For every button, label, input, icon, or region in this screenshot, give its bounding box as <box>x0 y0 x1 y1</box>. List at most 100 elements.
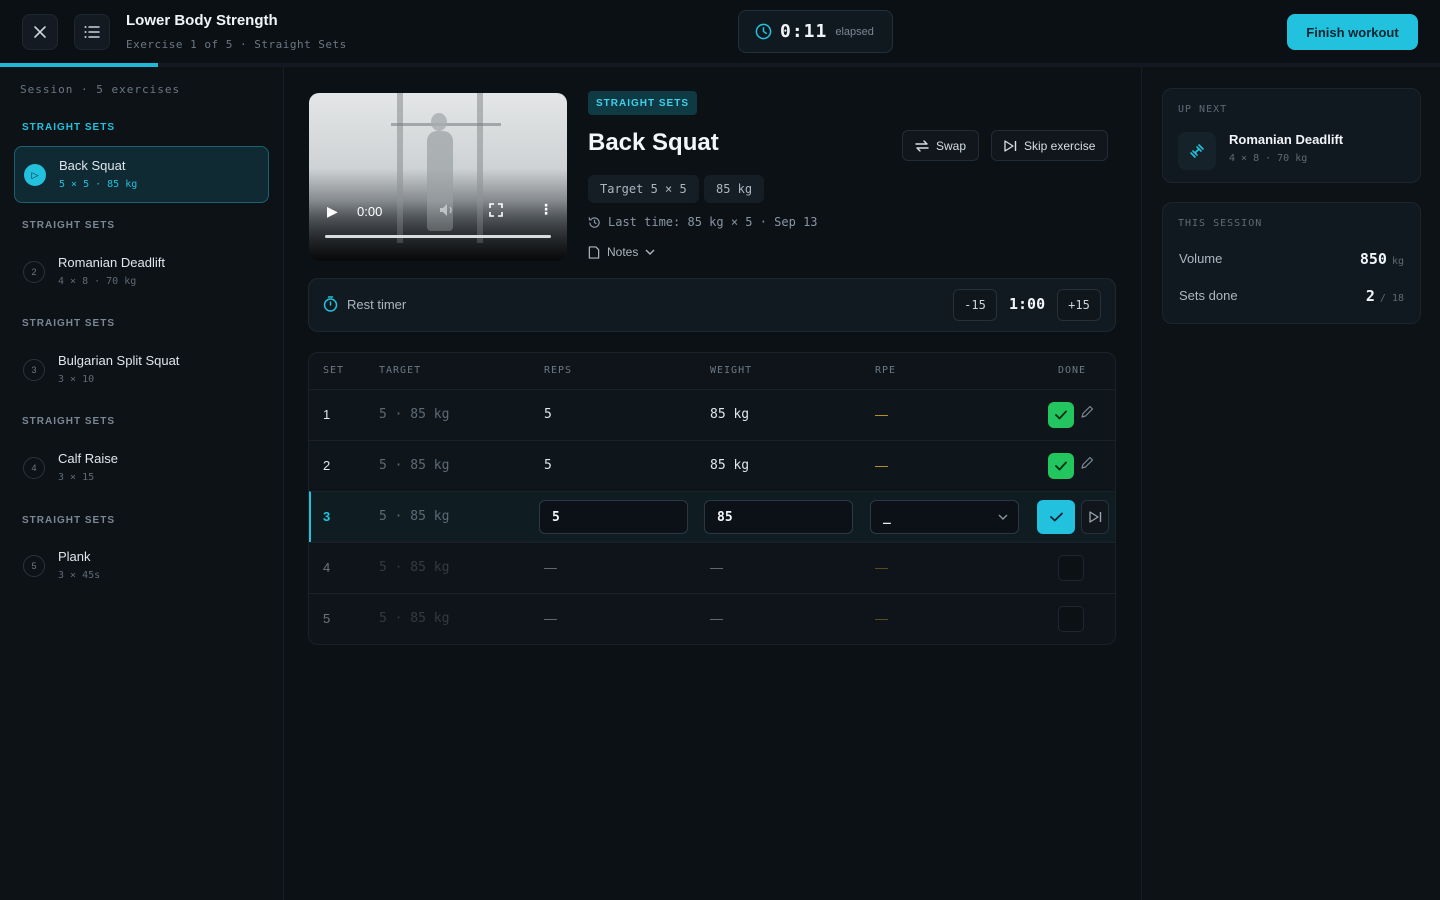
column-header-rpe: RPE <box>875 365 897 376</box>
video-progress-bar[interactable] <box>325 235 551 238</box>
notes-toggle[interactable]: Notes <box>588 245 655 259</box>
set-weight: 85 kg <box>710 458 750 473</box>
sidebar-item-bulgarian-split-squat[interactable]: 3 Bulgarian Split Squat 3 × 10 <box>14 342 269 399</box>
notes-label: Notes <box>607 245 639 259</box>
set-target: 5 · 85 kg <box>379 458 450 473</box>
exercise-main: ▶ 0:00 ⋮ STRAIGHT SETS Back Squat Swap S… <box>285 67 1140 900</box>
exercise-list-button[interactable] <box>74 14 110 50</box>
exercise-number-badge: 4 <box>23 457 45 479</box>
exercise-video[interactable]: ▶ 0:00 ⋮ <box>309 93 567 261</box>
table-row: 2 5 · 85 kg 5 85 kg — <box>309 440 1115 491</box>
sets-done-value: 2 <box>1365 287 1375 305</box>
check-icon <box>1055 410 1067 420</box>
pencil-icon[interactable] <box>1080 405 1094 422</box>
video-controls <box>309 201 567 261</box>
set-rpe: — <box>875 611 888 626</box>
swap-label: Swap <box>936 138 967 153</box>
set-done-checkbox[interactable] <box>1058 555 1084 581</box>
table-row: 1 5 · 85 kg 5 85 kg — <box>309 389 1115 440</box>
set-target: 5 · 85 kg <box>379 407 450 422</box>
sidebar-item-meta: 5 × 5 · 85 kg <box>59 179 138 190</box>
video-play-button[interactable]: ▶ <box>327 203 338 220</box>
up-next-meta: 4 × 8 · 70 kg <box>1229 153 1308 164</box>
finish-workout-button[interactable]: Finish workout <box>1287 14 1418 50</box>
set-rpe: — <box>875 407 888 422</box>
weight-input[interactable]: 85 <box>704 500 853 534</box>
skip-icon <box>1088 511 1101 523</box>
clock-icon <box>755 23 772 40</box>
skip-icon <box>1004 139 1017 152</box>
close-button[interactable] <box>22 14 58 50</box>
set-number: 1 <box>323 407 331 422</box>
complete-set-button[interactable] <box>1037 500 1075 534</box>
up-next-card[interactable]: UP NEXT Romanian Deadlift 4 × 8 · 70 kg <box>1162 88 1421 183</box>
set-rpe: — <box>875 560 888 575</box>
group-label: STRAIGHT SETS <box>22 122 116 133</box>
check-icon <box>1049 512 1063 522</box>
elapsed-label: elapsed <box>835 25 874 38</box>
session-stats-card: THIS SESSION Volume 850 kg Sets done 2 / 1… <box>1162 202 1421 324</box>
sidebar-item-name: Romanian Deadlift <box>58 255 165 270</box>
sets-done-label: Sets done <box>1179 288 1238 303</box>
sidebar-item-name: Plank <box>58 549 91 564</box>
set-done-checkbox[interactable] <box>1048 453 1074 479</box>
sidebar-item-plank[interactable]: 5 Plank 3 × 45s <box>14 538 269 595</box>
rest-timer-title: Rest timer <box>323 296 406 312</box>
column-header-target: TARGET <box>379 365 422 376</box>
rest-plus-15-button[interactable]: +15 <box>1057 289 1101 321</box>
skip-exercise-button[interactable]: Skip exercise <box>991 130 1109 161</box>
column-header-weight: WEIGHT <box>710 365 753 376</box>
rest-timer-label: Rest timer <box>347 296 407 312</box>
more-vertical-icon[interactable]: ⋮ <box>539 201 553 218</box>
set-reps: 5 <box>544 407 552 422</box>
sidebar-item-back-squat[interactable]: ▷ Back Squat 5 × 5 · 85 kg <box>14 146 269 203</box>
exercise-sidebar: Session · 5 exercises STRAIGHT SETS ▷ Ba… <box>0 67 284 900</box>
rpe-select[interactable]: _ <box>870 500 1019 534</box>
sidebar-item-name: Calf Raise <box>58 451 118 466</box>
sidebar-item-meta: 3 × 10 <box>58 374 95 385</box>
set-target: 5 · 85 kg <box>379 509 450 524</box>
reps-input[interactable]: 5 <box>539 500 688 534</box>
top-bar: Lower Body Strength Exercise 1 of 5 · St… <box>0 0 1440 64</box>
set-target: 5 · 85 kg <box>379 611 450 626</box>
stopwatch-icon <box>323 296 338 312</box>
skip-exercise-label: Skip exercise <box>1024 138 1096 153</box>
sidebar-item-calf-raise[interactable]: 4 Calf Raise 3 × 15 <box>14 440 269 497</box>
target-chip: Target 5 × 5 <box>588 175 699 203</box>
volume-icon[interactable] <box>439 203 455 220</box>
rpe-select-value: _ <box>883 509 891 525</box>
table-row: 4 5 · 85 kg — — — <box>309 542 1115 593</box>
rest-timer-value: 1:00 <box>1009 295 1046 313</box>
exercise-type-tag: STRAIGHT SETS <box>588 91 698 115</box>
fullscreen-icon[interactable] <box>489 203 503 220</box>
sidebar-item-meta: 3 × 45s <box>58 570 101 581</box>
sidebar-item-name: Bulgarian Split Squat <box>58 353 180 368</box>
group-label: STRAIGHT SETS <box>22 318 116 329</box>
column-header-done: DONE <box>1058 365 1087 376</box>
rest-minus-15-button[interactable]: -15 <box>953 289 997 321</box>
last-time-text: Last time: 85 kg × 5 · Sep 13 <box>608 215 818 229</box>
dumbbell-icon <box>1178 132 1216 170</box>
set-target: 5 · 85 kg <box>379 560 450 575</box>
skip-set-button[interactable] <box>1081 500 1109 534</box>
sets-table: SET TARGET REPS WEIGHT RPE DONE 1 5 · 85… <box>308 352 1116 645</box>
set-done-checkbox[interactable] <box>1058 606 1084 632</box>
volume-value: 850 <box>1359 250 1387 268</box>
pencil-icon[interactable] <box>1080 456 1094 473</box>
group-label: STRAIGHT SETS <box>22 416 116 427</box>
group-label: STRAIGHT SETS <box>22 515 116 526</box>
chevron-down-icon <box>645 249 655 255</box>
swap-button[interactable]: Swap <box>902 130 980 161</box>
elapsed-timer: 0:11 elapsed <box>738 10 893 53</box>
set-number: 4 <box>323 560 331 575</box>
workout-title: Lower Body Strength <box>126 12 278 29</box>
set-done-checkbox[interactable] <box>1048 402 1074 428</box>
sidebar-item-romanian-deadlift[interactable]: 2 Romanian Deadlift 4 × 8 · 70 kg <box>14 244 269 301</box>
column-header-reps: REPS <box>544 365 573 376</box>
check-icon <box>1055 461 1067 471</box>
sets-done-total: / 18 <box>1379 293 1404 304</box>
exercise-number-badge: 5 <box>23 555 45 577</box>
volume-unit: kg <box>1391 256 1404 267</box>
set-reps: 5 <box>544 458 552 473</box>
session-summary: Session · 5 exercises <box>20 83 181 96</box>
